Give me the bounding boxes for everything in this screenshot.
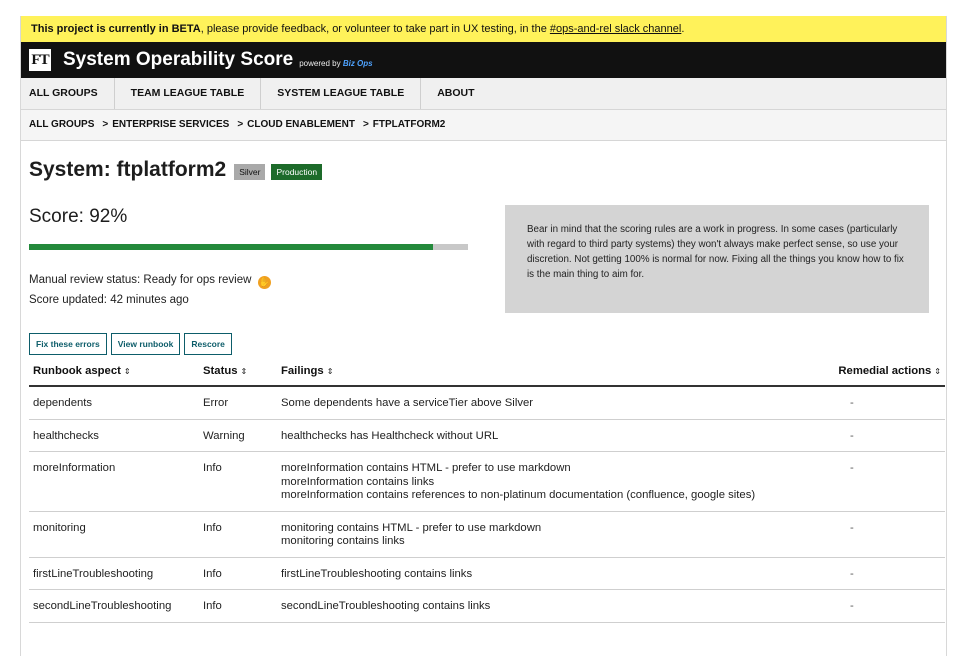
score-updated: Score updated: 42 minutes ago <box>29 294 189 306</box>
sort-icon: ⇕ <box>934 366 941 376</box>
column-header-label: Runbook aspect <box>33 364 121 377</box>
table-row: firstLineTroubleshooting Info firstLineT… <box>29 557 945 590</box>
failing-item: secondLineTroubleshooting contains links <box>281 600 491 612</box>
breadcrumb-enterprise-services[interactable]: ENTERPRISE SERVICES <box>112 119 229 130</box>
failings-cell: Some dependents have a serviceTier above… <box>277 386 832 420</box>
remedial-cell: - <box>832 589 945 623</box>
breadcrumb-all-groups[interactable]: ALL GROUPS <box>29 119 94 130</box>
fix-errors-button[interactable]: Fix these errors <box>29 333 107 355</box>
column-header-label: Remedial actions <box>838 364 932 377</box>
remedial-cell: - <box>832 557 945 590</box>
failing-item: monitoring contains HTML - prefer to use… <box>281 521 542 534</box>
remedial-cell: - <box>832 386 945 420</box>
column-header-runbook-aspect[interactable]: Runbook aspect ⇕ <box>29 356 199 387</box>
failings-table: Runbook aspect ⇕ Status ⇕ Failings ⇕ Remedi… <box>29 356 945 623</box>
ft-logo[interactable]: FT <box>29 49 51 71</box>
status-cell: Info <box>199 511 277 558</box>
action-buttons: Fix these errors View runbook Rescore <box>29 333 232 355</box>
failing-item: firstLineTroubleshooting contains links <box>281 567 473 580</box>
title-row: System: ftplatform2 Silver Production <box>29 158 946 182</box>
raising-hand-emoji-icon: ✋ <box>257 276 271 289</box>
failing-item: moreInformation contains HTML - prefer t… <box>281 462 571 474</box>
slack-channel-link[interactable]: #ops-and-rel slack channel <box>550 23 681 35</box>
failing-item: moreInformation contains references to n… <box>281 489 756 501</box>
manual-review-status: Manual review status: Ready for ops revi… <box>29 274 271 289</box>
score-label: Score: 92% <box>29 206 128 227</box>
breadcrumb: ALL GROUPS > ENTERPRISE SERVICES > CLOUD ENA… <box>21 110 946 141</box>
failing-item: healthchecks has Healthcheck without URL <box>281 429 499 442</box>
failings-cell: secondLineTroubleshooting contains links <box>277 589 832 623</box>
site-header: FT System Operability Score powered by B… <box>21 42 946 78</box>
page-frame: This project is currently in BETA, pleas… <box>20 16 947 656</box>
table-row: monitoring Info monitoring contains HTML… <box>29 511 945 558</box>
failing-item: monitoring contains links <box>281 535 405 547</box>
failings-cell: healthchecks has Healthcheck without URL <box>277 419 832 452</box>
nav-about[interactable]: ABOUT <box>421 78 490 109</box>
breadcrumb-separator: > <box>362 119 369 130</box>
breadcrumb-separator: > <box>237 119 244 130</box>
nav-system-league-table[interactable]: SYSTEM LEAGUE TABLE <box>261 78 422 109</box>
aspect-cell: secondLineTroubleshooting <box>29 589 199 623</box>
nav-team-league-table[interactable]: TEAM LEAGUE TABLE <box>115 78 262 109</box>
table-header-row: Runbook aspect ⇕ Status ⇕ Failings ⇕ Remedi… <box>29 356 945 387</box>
site-title[interactable]: System Operability Score <box>63 49 293 71</box>
aspect-cell: firstLineTroubleshooting <box>29 557 199 590</box>
scoring-disclaimer: Bear in mind that the scoring rules are … <box>505 205 929 313</box>
status-cell: Info <box>199 557 277 590</box>
nav-all-groups[interactable]: ALL GROUPS <box>21 78 115 109</box>
status-cell: Info <box>199 589 277 623</box>
service-tier-badge: Silver <box>234 164 266 180</box>
column-header-label: Failings <box>281 364 324 377</box>
view-runbook-button[interactable]: View runbook <box>110 333 181 355</box>
table-row: moreInformation Info moreInformation con… <box>29 451 945 512</box>
beta-banner: This project is currently in BETA, pleas… <box>21 16 946 42</box>
score-progress-fill <box>29 244 433 250</box>
sort-icon: ⇕ <box>326 366 334 376</box>
status-cell: Info <box>199 451 277 512</box>
powered-by: powered by Biz Ops <box>299 59 372 68</box>
table-row: healthchecks Warning healthchecks has He… <box>29 419 945 452</box>
biz-ops-brand[interactable]: Biz Ops <box>343 59 373 68</box>
failing-item: Some dependents have a serviceTier above… <box>281 397 534 409</box>
aspect-cell: moreInformation <box>29 451 199 512</box>
status-cell: Error <box>199 386 277 420</box>
failings-cell: monitoring contains HTML - prefer to use… <box>277 511 832 558</box>
remedial-cell: - <box>832 511 945 558</box>
breadcrumb-ftplatform2[interactable]: FTPLATFORM2 <box>373 119 446 130</box>
main-nav: ALL GROUPS TEAM LEAGUE TABLE SYSTEM LEAG… <box>21 78 946 110</box>
aspect-cell: monitoring <box>29 511 199 558</box>
column-header-status[interactable]: Status ⇕ <box>199 356 277 387</box>
aspect-cell: dependents <box>29 386 199 420</box>
table-row: secondLineTroubleshooting Info secondLin… <box>29 589 945 623</box>
manual-review-status-text: Manual review status: Ready for ops revi… <box>29 274 252 286</box>
status-cell: Warning <box>199 419 277 452</box>
remedial-cell: - <box>832 419 945 452</box>
failing-item: moreInformation contains links <box>281 475 435 488</box>
column-header-label: Status <box>203 364 238 377</box>
powered-by-prefix: powered by <box>299 58 341 68</box>
score-progress-bar <box>29 244 468 250</box>
aspect-cell: healthchecks <box>29 419 199 452</box>
table-row: dependents Error Some dependents have a … <box>29 386 945 420</box>
column-header-remedial-actions[interactable]: Remedial actions ⇕ <box>832 356 945 387</box>
beta-banner-strong: This project is currently in BETA <box>31 23 201 35</box>
beta-banner-end: . <box>681 23 685 35</box>
breadcrumb-separator: > <box>102 119 109 130</box>
failings-cell: moreInformation contains HTML - prefer t… <box>277 451 832 512</box>
beta-banner-text: , please provide feedback, or volunteer … <box>200 23 550 35</box>
sort-icon: ⇕ <box>240 366 248 376</box>
sort-icon: ⇕ <box>123 366 131 376</box>
page-title: System: ftplatform2 <box>29 158 227 181</box>
rescore-button[interactable]: Rescore <box>184 333 232 355</box>
failings-cell: firstLineTroubleshooting contains links <box>277 557 832 590</box>
lifecycle-stage-badge: Production <box>271 164 323 180</box>
column-header-failings[interactable]: Failings ⇕ <box>277 356 832 387</box>
breadcrumb-cloud-enablement[interactable]: CLOUD ENABLEMENT <box>247 119 355 130</box>
remedial-cell: - <box>832 451 945 512</box>
